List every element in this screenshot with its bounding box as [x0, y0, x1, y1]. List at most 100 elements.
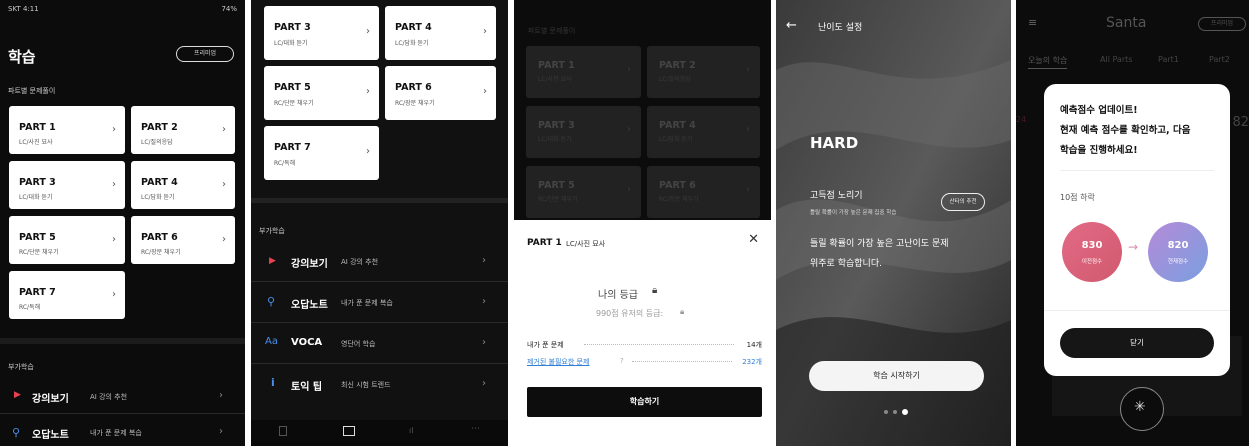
part-card-2[interactable]: PART 2 LC/질의응답 › [647, 46, 760, 98]
chevron-right-icon: › [222, 234, 226, 245]
part-card-2[interactable]: PART 2 LC/질의응답 › [131, 106, 235, 154]
part-card-6[interactable]: PART 6 RC/장문 채우기 › [647, 166, 760, 218]
part-card-5[interactable]: PART 5 RC/단문 채우기 › [526, 166, 641, 218]
divider [1044, 310, 1230, 311]
part-card-5[interactable]: PART 5 RC/단문 채우기 › [9, 216, 125, 264]
part-card-4[interactable]: PART 4 LC/담화 듣기 › [647, 106, 760, 158]
part-title: PART 1 [19, 122, 56, 133]
part-subtitle: LC/담화 듣기 [395, 40, 429, 47]
close-button[interactable]: 닫기 [1060, 328, 1214, 358]
chevron-right-icon: › [112, 234, 116, 245]
chevron-right-icon: › [112, 289, 116, 300]
status-carrier-time: SKT 4:11 [8, 5, 39, 13]
menu-icon[interactable]: ≡ [1028, 16, 1037, 29]
extra-sub: 내가 푼 문제 복습 [90, 429, 142, 437]
bottom-nav: ıl ⋯ [251, 420, 508, 446]
page-dot [884, 410, 888, 414]
part-subtitle: LC/대화 듣기 [274, 40, 308, 47]
part-card-3[interactable]: PART 3 LC/대화 듣기 › [526, 106, 641, 158]
extra-item-lecture[interactable]: ▶ 강의보기 AI 강의 추천 › [251, 242, 508, 282]
part-title: PART 6 [395, 82, 432, 93]
recommend-badge: 산타의 추천 [941, 193, 985, 211]
chevron-right-icon: › [112, 179, 116, 190]
tab-all-parts[interactable]: All Parts [1100, 55, 1132, 64]
part-card-1[interactable]: PART 1 LC/사진 묘사 › [9, 106, 125, 154]
extra-item-wrongnote[interactable]: ⚲ 오답노트 내가 푼 문제 복습 › [0, 420, 245, 446]
side-score-left: 24 [1016, 115, 1027, 124]
current-score: 820 [1167, 240, 1189, 251]
side-score-right: 82 [1232, 115, 1249, 130]
part-card-4[interactable]: PART 4 LC/담화 듣기 › [131, 161, 235, 209]
level-desc-2: 위주로 학습합니다. [810, 259, 882, 269]
wrong-note-icon: ⚲ [12, 426, 21, 439]
part-card-6[interactable]: PART 6 RC/장문 채우기 › [385, 66, 496, 120]
extra-item-lecture[interactable]: ▶ 강의보기 AI 강의 추천 › [0, 382, 245, 414]
chevron-right-icon: › [627, 124, 631, 135]
section-title-parts: 파트별 문제풀이 [8, 87, 56, 95]
solved-value: 14개 [746, 341, 762, 349]
part-title: PART 7 [274, 142, 311, 153]
part-subtitle: RC/장문 채우기 [141, 249, 181, 256]
level-tag-title: 고득점 노리기 [810, 191, 863, 201]
part-card-6[interactable]: PART 6 RC/장문 채우기 › [131, 216, 235, 264]
grade-990-label: 990점 유저의 등급: [596, 309, 664, 318]
divider [1060, 170, 1214, 171]
premium-button[interactable]: 프리미엄 [176, 46, 234, 62]
study-button[interactable]: 학습하기 [527, 387, 762, 417]
tab-part1[interactable]: Part1 [1158, 55, 1179, 64]
close-icon[interactable]: ✕ [748, 232, 759, 247]
tab-part2[interactable]: Part2 [1209, 55, 1230, 64]
part-card-7[interactable]: PART 7 RC/독해 › [9, 271, 125, 319]
part-card-4[interactable]: PART 4 LC/담화 듣기 › [385, 6, 496, 60]
lock-icon: 🔒︎ [652, 285, 658, 296]
removed-label[interactable]: 제거된 불필요한 문제 [527, 357, 589, 367]
chart-icon[interactable]: ıl [409, 426, 413, 435]
divider [251, 198, 508, 203]
part-card-5[interactable]: PART 5 RC/단문 채우기 › [264, 66, 379, 120]
chevron-right-icon: › [482, 296, 486, 307]
part-title: PART 6 [141, 232, 178, 243]
level-desc-1: 틀릴 확률이 가장 높은 고난이도 문제 [810, 239, 949, 249]
chevron-right-icon: › [627, 64, 631, 75]
chevron-right-icon: › [112, 124, 116, 135]
part-subtitle: LC/질의응답 [141, 139, 173, 146]
part-title: PART 5 [274, 82, 311, 93]
modal-line-1: 예측점수 업데이트! [1060, 105, 1138, 116]
chevron-right-icon: › [746, 124, 750, 135]
part-title: PART 5 [538, 180, 575, 191]
chevron-right-icon: › [219, 390, 223, 401]
extra-label: 강의보기 [291, 259, 328, 270]
help-icon[interactable]: ? [620, 357, 624, 365]
sparkle-icon: ✳ [1134, 399, 1146, 415]
chevron-right-icon: › [366, 26, 370, 37]
start-study-button[interactable]: 학습 시작하기 [809, 361, 984, 391]
section-title-extra: 부가학습 [259, 227, 285, 235]
chevron-right-icon: › [746, 64, 750, 75]
part-title: PART 2 [141, 122, 178, 133]
part-title: PART 3 [274, 22, 311, 33]
part-title: PART 1 [538, 60, 575, 71]
book-icon[interactable] [343, 426, 355, 436]
part-card-1[interactable]: PART 1 LC/사진 묘사 › [526, 46, 641, 98]
back-arrow-icon[interactable]: ← [786, 18, 797, 33]
part-title: PART 4 [395, 22, 432, 33]
part-subtitle: LC/담화 듣기 [659, 136, 693, 143]
extra-item-wrongnote[interactable]: ⚲ 오답노트 내가 푼 문제 복습 › [251, 282, 508, 323]
part-card-3[interactable]: PART 3 LC/대화 듣기 › [9, 161, 125, 209]
extra-sub: 내가 푼 문제 복습 [341, 299, 393, 307]
premium-button[interactable]: 프리미엄 [1198, 17, 1246, 31]
home-icon[interactable] [279, 426, 287, 436]
tab-today[interactable]: 오늘의 학습 [1028, 55, 1068, 69]
status-bar: SKT 4:11 74% [8, 5, 237, 13]
part-subtitle: RC/장문 채우기 [395, 100, 435, 107]
prev-score-label: 이전점수 [1081, 259, 1103, 265]
sheet-part-title: PART 1 [527, 238, 562, 248]
more-icon[interactable]: ⋯ [471, 424, 480, 434]
extra-item-tip[interactable]: i 토익 팁 최신 시험 트렌드 › [251, 364, 508, 405]
part-card-7[interactable]: PART 7 RC/독해 › [264, 126, 379, 180]
part-subtitle: RC/장문 채우기 [659, 196, 699, 203]
part-card-3[interactable]: PART 3 LC/대화 듣기 › [264, 6, 379, 60]
santa-fab[interactable]: ✳ [1120, 387, 1164, 431]
chevron-right-icon: › [366, 146, 370, 157]
extra-item-voca[interactable]: Aa VOCA 영단어 학습 › [251, 323, 508, 364]
